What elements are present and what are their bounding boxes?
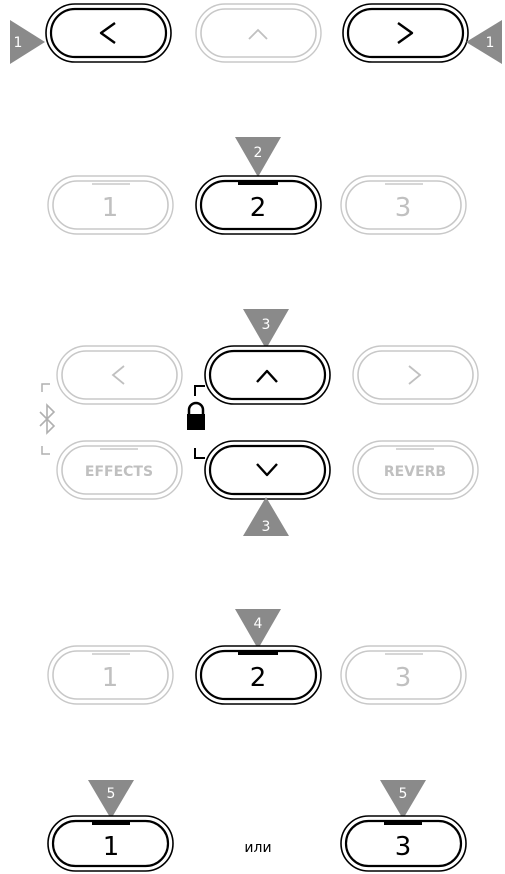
svg-text:2: 2 <box>254 145 263 161</box>
step2-button-1-label: 1 <box>102 193 119 223</box>
step4-button-2[interactable]: 2 <box>195 645 322 705</box>
indicator-led <box>92 822 130 825</box>
step3-up-button[interactable]: ^ <box>204 345 331 405</box>
step2-button-2[interactable]: 2 <box>195 175 322 235</box>
step3-marker-bottom: 3 <box>243 497 289 536</box>
svg-text:4: 4 <box>254 616 263 632</box>
step4-button-2-label: 2 <box>250 663 267 693</box>
lock-icon <box>187 401 205 430</box>
step2-button-3[interactable]: 3 <box>340 175 467 235</box>
step1-marker-right: 1 <box>466 20 502 64</box>
reverb-label: REVERB <box>384 464 446 480</box>
svg-text:1: 1 <box>486 35 495 51</box>
step1-left-button[interactable]: < <box>45 3 172 63</box>
step2-button-3-label: 3 <box>395 193 412 223</box>
step2-button-2-label: 2 <box>250 193 267 223</box>
step3-right-button[interactable]: > <box>352 345 479 405</box>
svg-text:1: 1 <box>14 35 23 51</box>
step5-button-1[interactable]: 1 <box>47 815 174 872</box>
step2-button-1[interactable]: 1 <box>47 175 174 235</box>
step5-button-3-label: 3 <box>395 832 412 862</box>
indicator-led <box>238 652 278 655</box>
step5-marker-right: 5 <box>380 780 426 819</box>
effects-label: EFFECTS <box>85 464 153 480</box>
svg-text:5: 5 <box>399 786 408 802</box>
step5-marker-left: 5 <box>88 780 134 819</box>
step3-effects-button[interactable]: EFFECTS <box>56 440 183 500</box>
bluetooth-icon <box>39 403 56 435</box>
step4-button-3-label: 3 <box>395 663 412 693</box>
step2-marker: 2 <box>235 137 281 177</box>
indicator-led <box>384 822 422 825</box>
lock-bracket <box>187 385 205 459</box>
step4-marker: 4 <box>235 609 281 649</box>
step1-up-button[interactable]: ^ <box>195 3 322 63</box>
step4-button-3[interactable]: 3 <box>340 645 467 705</box>
step1-right-button[interactable]: > <box>342 3 469 63</box>
step3-reverb-button[interactable]: REVERB <box>352 440 479 500</box>
bluetooth-bracket <box>39 383 56 455</box>
step1-marker-left: 1 <box>10 20 45 64</box>
step3-left-button[interactable]: < <box>56 345 183 405</box>
step4-button-1-label: 1 <box>102 663 119 693</box>
indicator-led <box>238 182 278 185</box>
step3-marker-top: 3 <box>243 309 289 349</box>
svg-text:5: 5 <box>107 786 116 802</box>
step5-button-1-label: 1 <box>103 832 120 862</box>
step3-down-button[interactable]: v <box>204 440 331 500</box>
instruction-diagram: .btn-active-outer{fill:#fff;stroke:#000;… <box>10 3 502 872</box>
or-label: или <box>244 840 271 856</box>
svg-text:3: 3 <box>262 317 271 333</box>
step4-button-1[interactable]: 1 <box>47 645 174 705</box>
step5-button-3[interactable]: 3 <box>340 815 467 872</box>
svg-text:3: 3 <box>262 519 271 535</box>
